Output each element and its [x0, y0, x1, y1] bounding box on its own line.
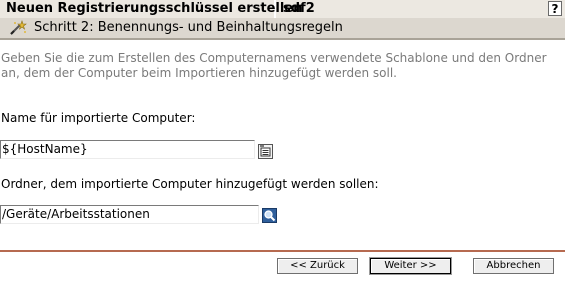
footer-divider: [0, 250, 565, 252]
cancel-button[interactable]: Abbrechen: [473, 258, 554, 274]
step-header: Schritt 2: Benennungs- und Beinhaltungsr…: [0, 18, 565, 40]
window-subtitle: sdf2: [283, 1, 315, 16]
variable-list-icon[interactable]: [258, 144, 273, 159]
help-button[interactable]: ?: [548, 1, 562, 16]
step-title: Schritt 2: Benennungs- und Beinhaltungsr…: [34, 20, 343, 35]
wizard-wand-icon: [9, 20, 27, 36]
back-button[interactable]: << Zurück: [277, 258, 358, 274]
next-button[interactable]: Weiter >>: [369, 257, 452, 275]
title-bar: Neuen Registrierungsschlüssel erstellen …: [0, 0, 565, 19]
computer-name-input[interactable]: ${HostName}: [0, 140, 255, 159]
folder-input[interactable]: /Geräte/Arbeitsstationen: [0, 205, 259, 224]
folder-field-label: Ordner, dem importierte Computer hinzuge…: [1, 177, 379, 191]
name-field-label: Name für importierte Computer:: [1, 111, 196, 125]
intro-text: Geben Sie die zum Erstellen des Computer…: [1, 51, 547, 80]
browse-search-icon[interactable]: [262, 208, 277, 223]
window-title: Neuen Registrierungsschlüssel erstellen: [0, 0, 302, 18]
